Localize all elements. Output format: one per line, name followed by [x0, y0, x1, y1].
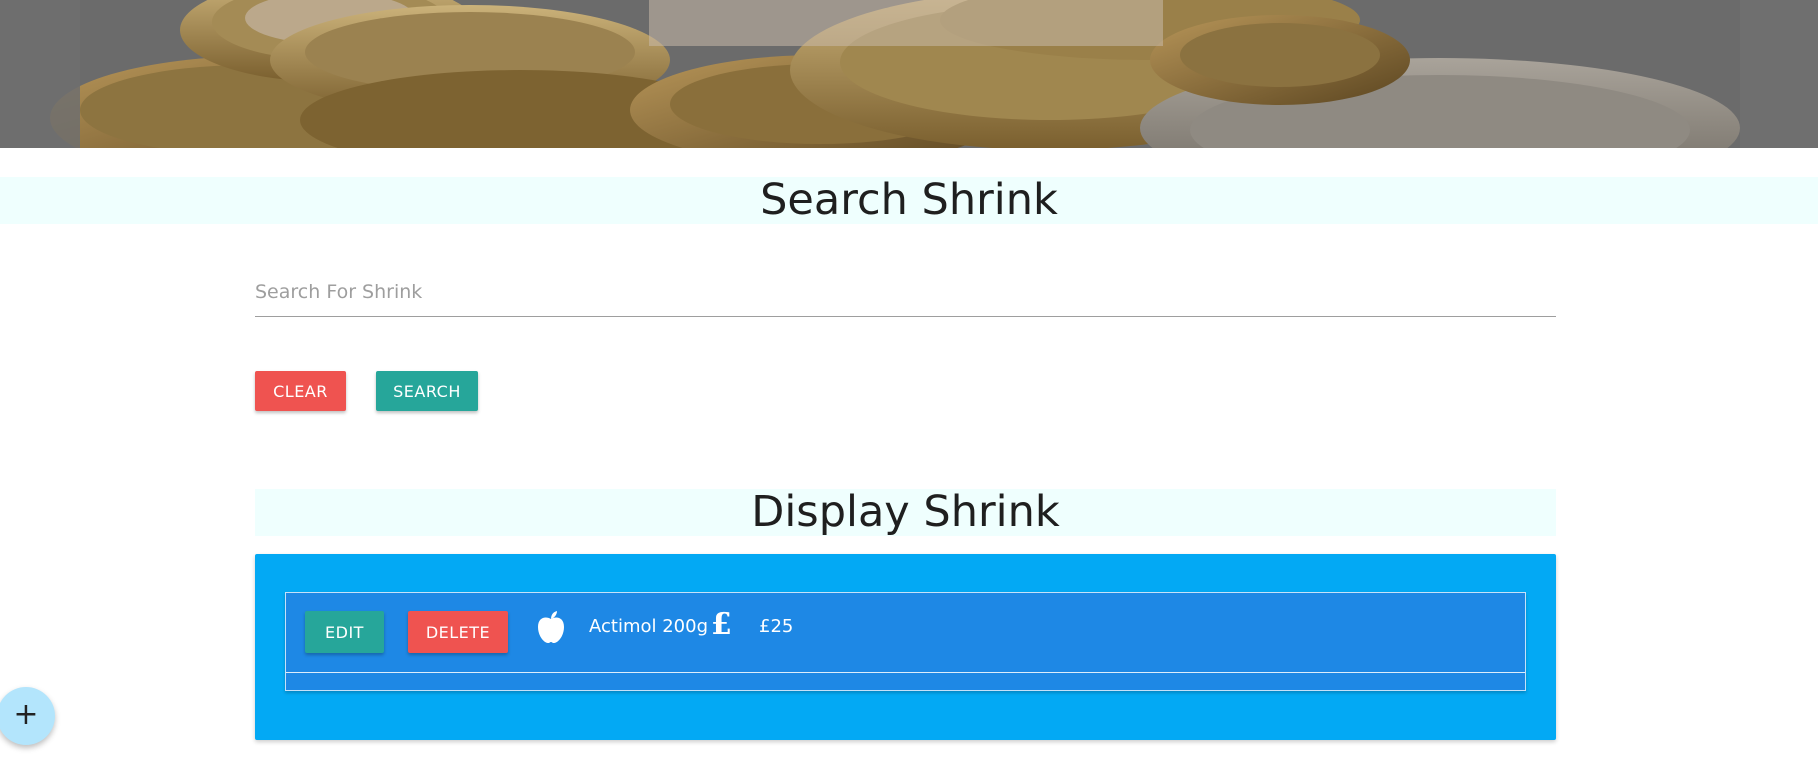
plus-icon: + [13, 697, 39, 732]
edit-button[interactable]: EDIT [305, 611, 384, 653]
delete-button[interactable]: DELETE [408, 611, 508, 653]
add-fab-button[interactable]: + [0, 687, 55, 745]
pound-icon: £ [711, 607, 732, 642]
search-input[interactable] [255, 268, 1556, 317]
search-section-header: Search Shrink [0, 177, 1818, 224]
hero-banner [0, 0, 1818, 148]
list-item: EDIT DELETE Actimol 200g £ £25 [286, 593, 1525, 673]
item-name: Actimol 200g [589, 616, 709, 637]
item-price: £25 [759, 616, 794, 637]
shrink-list: EDIT DELETE Actimol 200g £ £25 [285, 592, 1526, 691]
hero-overlay [649, 0, 1163, 46]
clear-button[interactable]: CLEAR [255, 371, 346, 411]
apple-icon [536, 610, 566, 644]
shrink-card: EDIT DELETE Actimol 200g £ £25 [255, 554, 1556, 740]
display-section-title: Display Shrink [751, 487, 1060, 537]
search-section-title: Search Shrink [760, 175, 1058, 225]
display-section-header: Display Shrink [255, 489, 1556, 536]
search-button[interactable]: SEARCH [376, 371, 478, 411]
